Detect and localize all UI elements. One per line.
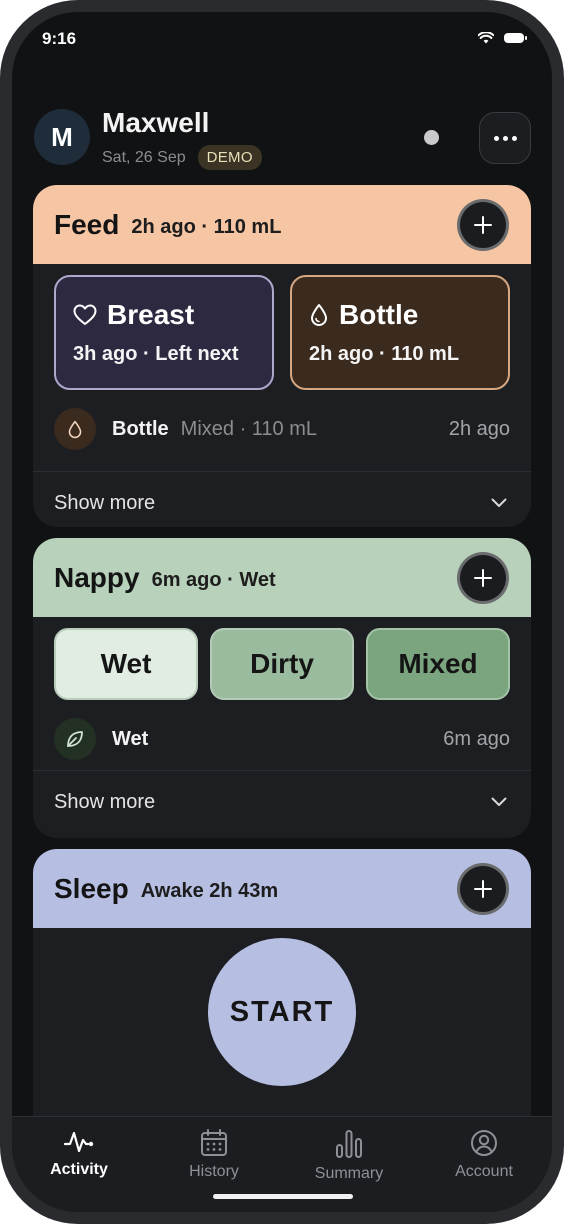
entry-time: 6m ago: [443, 727, 510, 750]
nappy-summary: 6m ago · Wet: [151, 569, 276, 591]
nav-label: Summary: [314, 1165, 384, 1182]
activity-icon: [64, 1131, 94, 1153]
feed-summary: 2h ago · 110 mL: [131, 216, 282, 238]
bottle-label: Bottle: [339, 299, 419, 330]
divider: [33, 770, 531, 771]
account-icon: [471, 1130, 497, 1156]
baby-name[interactable]: Maxwell: [102, 107, 209, 139]
battery-icon: [504, 33, 527, 43]
sync-status-dot: [424, 130, 439, 145]
add-sleep-button[interactable]: [457, 863, 509, 915]
chevron-down-icon: [491, 498, 507, 507]
entry-name: Wet: [112, 727, 149, 750]
sleep-summary: Awake 2h 43m: [140, 880, 279, 902]
sleep-title: Sleep: [54, 872, 129, 904]
nappy-wet-button[interactable]: Wet: [54, 628, 198, 700]
nappy-card: Nappy 6m ago · Wet Wet Dirty Mixed Wet 6…: [33, 538, 531, 838]
nav-history[interactable]: History: [154, 1129, 274, 1181]
entry-name: Bottle: [112, 417, 169, 440]
dot-icon: [511, 135, 517, 141]
sleep-start-button[interactable]: START: [208, 938, 356, 1086]
nav-activity[interactable]: Activity: [19, 1129, 139, 1179]
drop-icon: [311, 304, 327, 326]
nav-account[interactable]: Account: [424, 1129, 544, 1181]
nappy-show-more[interactable]: Show more: [54, 787, 507, 817]
breast-sub: 3h ago · Left next: [73, 343, 239, 365]
breast-label: Breast: [107, 299, 195, 330]
more-options-button[interactable]: [479, 112, 531, 164]
date-row: Sat, 26 Sep DEMO: [102, 145, 262, 170]
bar-chart-icon: [336, 1130, 362, 1158]
entry-time: 2h ago: [448, 417, 510, 440]
dot-icon: [502, 135, 508, 141]
demo-badge: DEMO: [197, 145, 262, 170]
phone-frame: 9:16 M Maxwell Sat, 26 Sep DEMO Feed 2h …: [0, 0, 564, 1224]
entry-detail: Mixed · 110 mL: [180, 417, 318, 440]
nappy-title: Nappy: [54, 561, 140, 593]
feed-show-more[interactable]: Show more: [54, 488, 507, 518]
bottle-button[interactable]: Bottle 2h ago · 110 mL: [290, 275, 510, 390]
leaf-icon: [54, 718, 96, 760]
nav-label: Account: [455, 1163, 513, 1180]
nav-label: History: [189, 1163, 239, 1180]
status-time: 9:16: [42, 29, 77, 48]
heart-icon: [73, 304, 97, 325]
nappy-dirty-button[interactable]: Dirty: [210, 628, 354, 700]
nappy-mixed-button[interactable]: Mixed: [366, 628, 510, 700]
breast-button[interactable]: Breast 3h ago · Left next: [54, 275, 274, 390]
add-nappy-button[interactable]: [457, 552, 509, 604]
feed-last-entry[interactable]: Bottle Mixed · 110 mL 2h ago: [54, 407, 510, 451]
sleep-header: Sleep Awake 2h 43m: [33, 849, 531, 928]
show-more-label: Show more: [54, 491, 156, 514]
divider: [33, 471, 531, 472]
dot-icon: [493, 135, 499, 141]
app-screen: 9:16 M Maxwell Sat, 26 Sep DEMO Feed 2h …: [12, 12, 552, 1212]
nappy-header: Nappy 6m ago · Wet: [33, 538, 531, 617]
drop-icon: [54, 408, 96, 450]
feed-header: Feed 2h ago · 110 mL: [33, 185, 531, 264]
status-icons: [478, 32, 527, 44]
chevron-down-icon: [491, 797, 507, 806]
bottle-sub: 2h ago · 110 mL: [309, 343, 460, 365]
add-feed-button[interactable]: [457, 199, 509, 251]
nav-summary[interactable]: Summary: [289, 1129, 409, 1183]
home-indicator[interactable]: [213, 1194, 353, 1199]
feed-title: Feed: [54, 208, 120, 240]
feed-card: Feed 2h ago · 110 mL Breast 3h ago · Lef…: [33, 185, 531, 527]
wifi-icon: [478, 32, 494, 44]
nav-label: Activity: [50, 1161, 108, 1178]
date-text: Sat, 26 Sep: [102, 148, 186, 166]
calendar-icon: [201, 1129, 227, 1156]
show-more-label: Show more: [54, 790, 156, 813]
nappy-last-entry[interactable]: Wet 6m ago: [54, 717, 510, 761]
avatar[interactable]: M: [34, 109, 90, 165]
